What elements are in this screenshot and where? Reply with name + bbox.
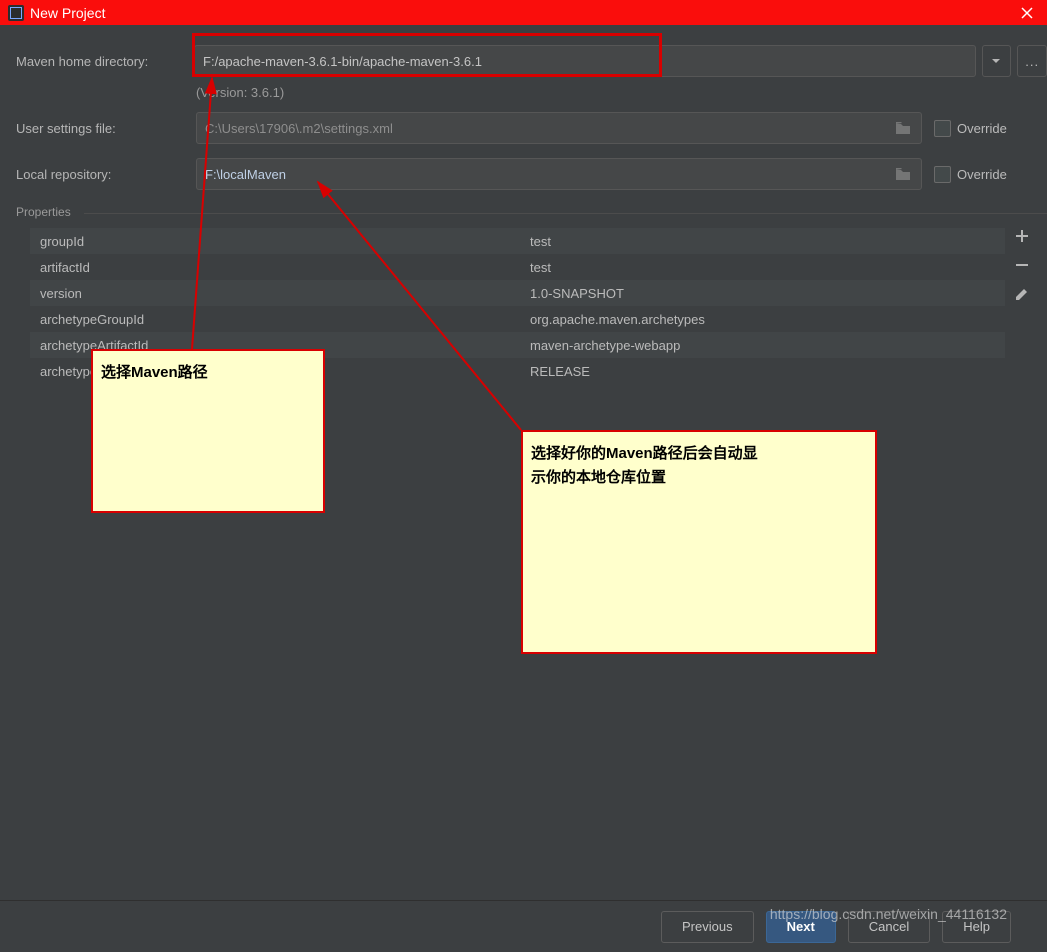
edit-button[interactable] [1014,286,1030,305]
prop-key: artifactId [30,260,526,275]
table-toolbar [1007,228,1037,305]
properties-header: Properties [16,205,71,219]
user-settings-override-checkbox[interactable] [934,120,951,137]
titlebar: New Project [0,0,1047,25]
prop-val: RELEASE [526,364,1005,379]
prop-val: maven-archetype-webapp [526,338,1005,353]
prop-key: archetypeGroupId [30,312,526,327]
form-area: Maven home directory: F:/apache-maven-3.… [0,25,1047,190]
user-settings-field[interactable]: C:\Users\17906\.m2\settings.xml [196,112,922,144]
maven-home-combobox[interactable]: F:/apache-maven-3.6.1-bin/apache-maven-3… [194,45,976,77]
local-repo-value: F:\localMaven [205,167,286,182]
footer: Previous Next Cancel Help [0,900,1047,952]
prop-val: org.apache.maven.archetypes [526,312,1005,327]
next-button[interactable]: Next [766,911,836,943]
chevron-down-icon [991,56,1001,66]
close-icon [1021,7,1033,19]
add-button[interactable] [1014,228,1030,247]
table-row[interactable]: groupId test [30,228,1005,254]
annotation-1: 选择Maven路径 [91,349,325,513]
local-repo-label: Local repository: [16,167,196,182]
user-settings-value: C:\Users\17906\.m2\settings.xml [205,121,393,136]
table-row[interactable]: artifactId test [30,254,1005,280]
maven-home-browse[interactable]: ... [1017,45,1047,77]
maven-home-value: F:/apache-maven-3.6.1-bin/apache-maven-3… [203,54,482,69]
previous-button[interactable]: Previous [661,911,754,943]
prop-key: version [30,286,526,301]
annotation-2: 选择好你的Maven路径后会自动显 示你的本地仓库位置 [521,430,877,654]
folder-icon[interactable] [893,164,913,184]
prop-key: groupId [30,234,526,249]
cancel-button[interactable]: Cancel [848,911,930,943]
window-title: New Project [30,5,105,21]
prop-val: test [526,234,1005,249]
local-repo-override-checkbox[interactable] [934,166,951,183]
maven-version-note: (Version: 3.6.1) [196,85,284,100]
remove-button[interactable] [1014,257,1030,276]
user-settings-override-label: Override [957,121,1007,136]
help-button[interactable]: Help [942,911,1011,943]
app-icon [8,5,24,21]
table-row[interactable]: version 1.0-SNAPSHOT [30,280,1005,306]
table-row[interactable]: archetypeGroupId org.apache.maven.archet… [30,306,1005,332]
maven-home-label: Maven home directory: [16,54,194,69]
user-settings-label: User settings file: [16,121,196,136]
prop-val: test [526,260,1005,275]
local-repo-field[interactable]: F:\localMaven [196,158,922,190]
prop-val: 1.0-SNAPSHOT [526,286,1005,301]
local-repo-override-label: Override [957,167,1007,182]
maven-home-dropdown[interactable] [982,45,1012,77]
properties-divider [84,213,1047,214]
close-button[interactable] [1007,0,1047,25]
folder-icon[interactable] [893,118,913,138]
